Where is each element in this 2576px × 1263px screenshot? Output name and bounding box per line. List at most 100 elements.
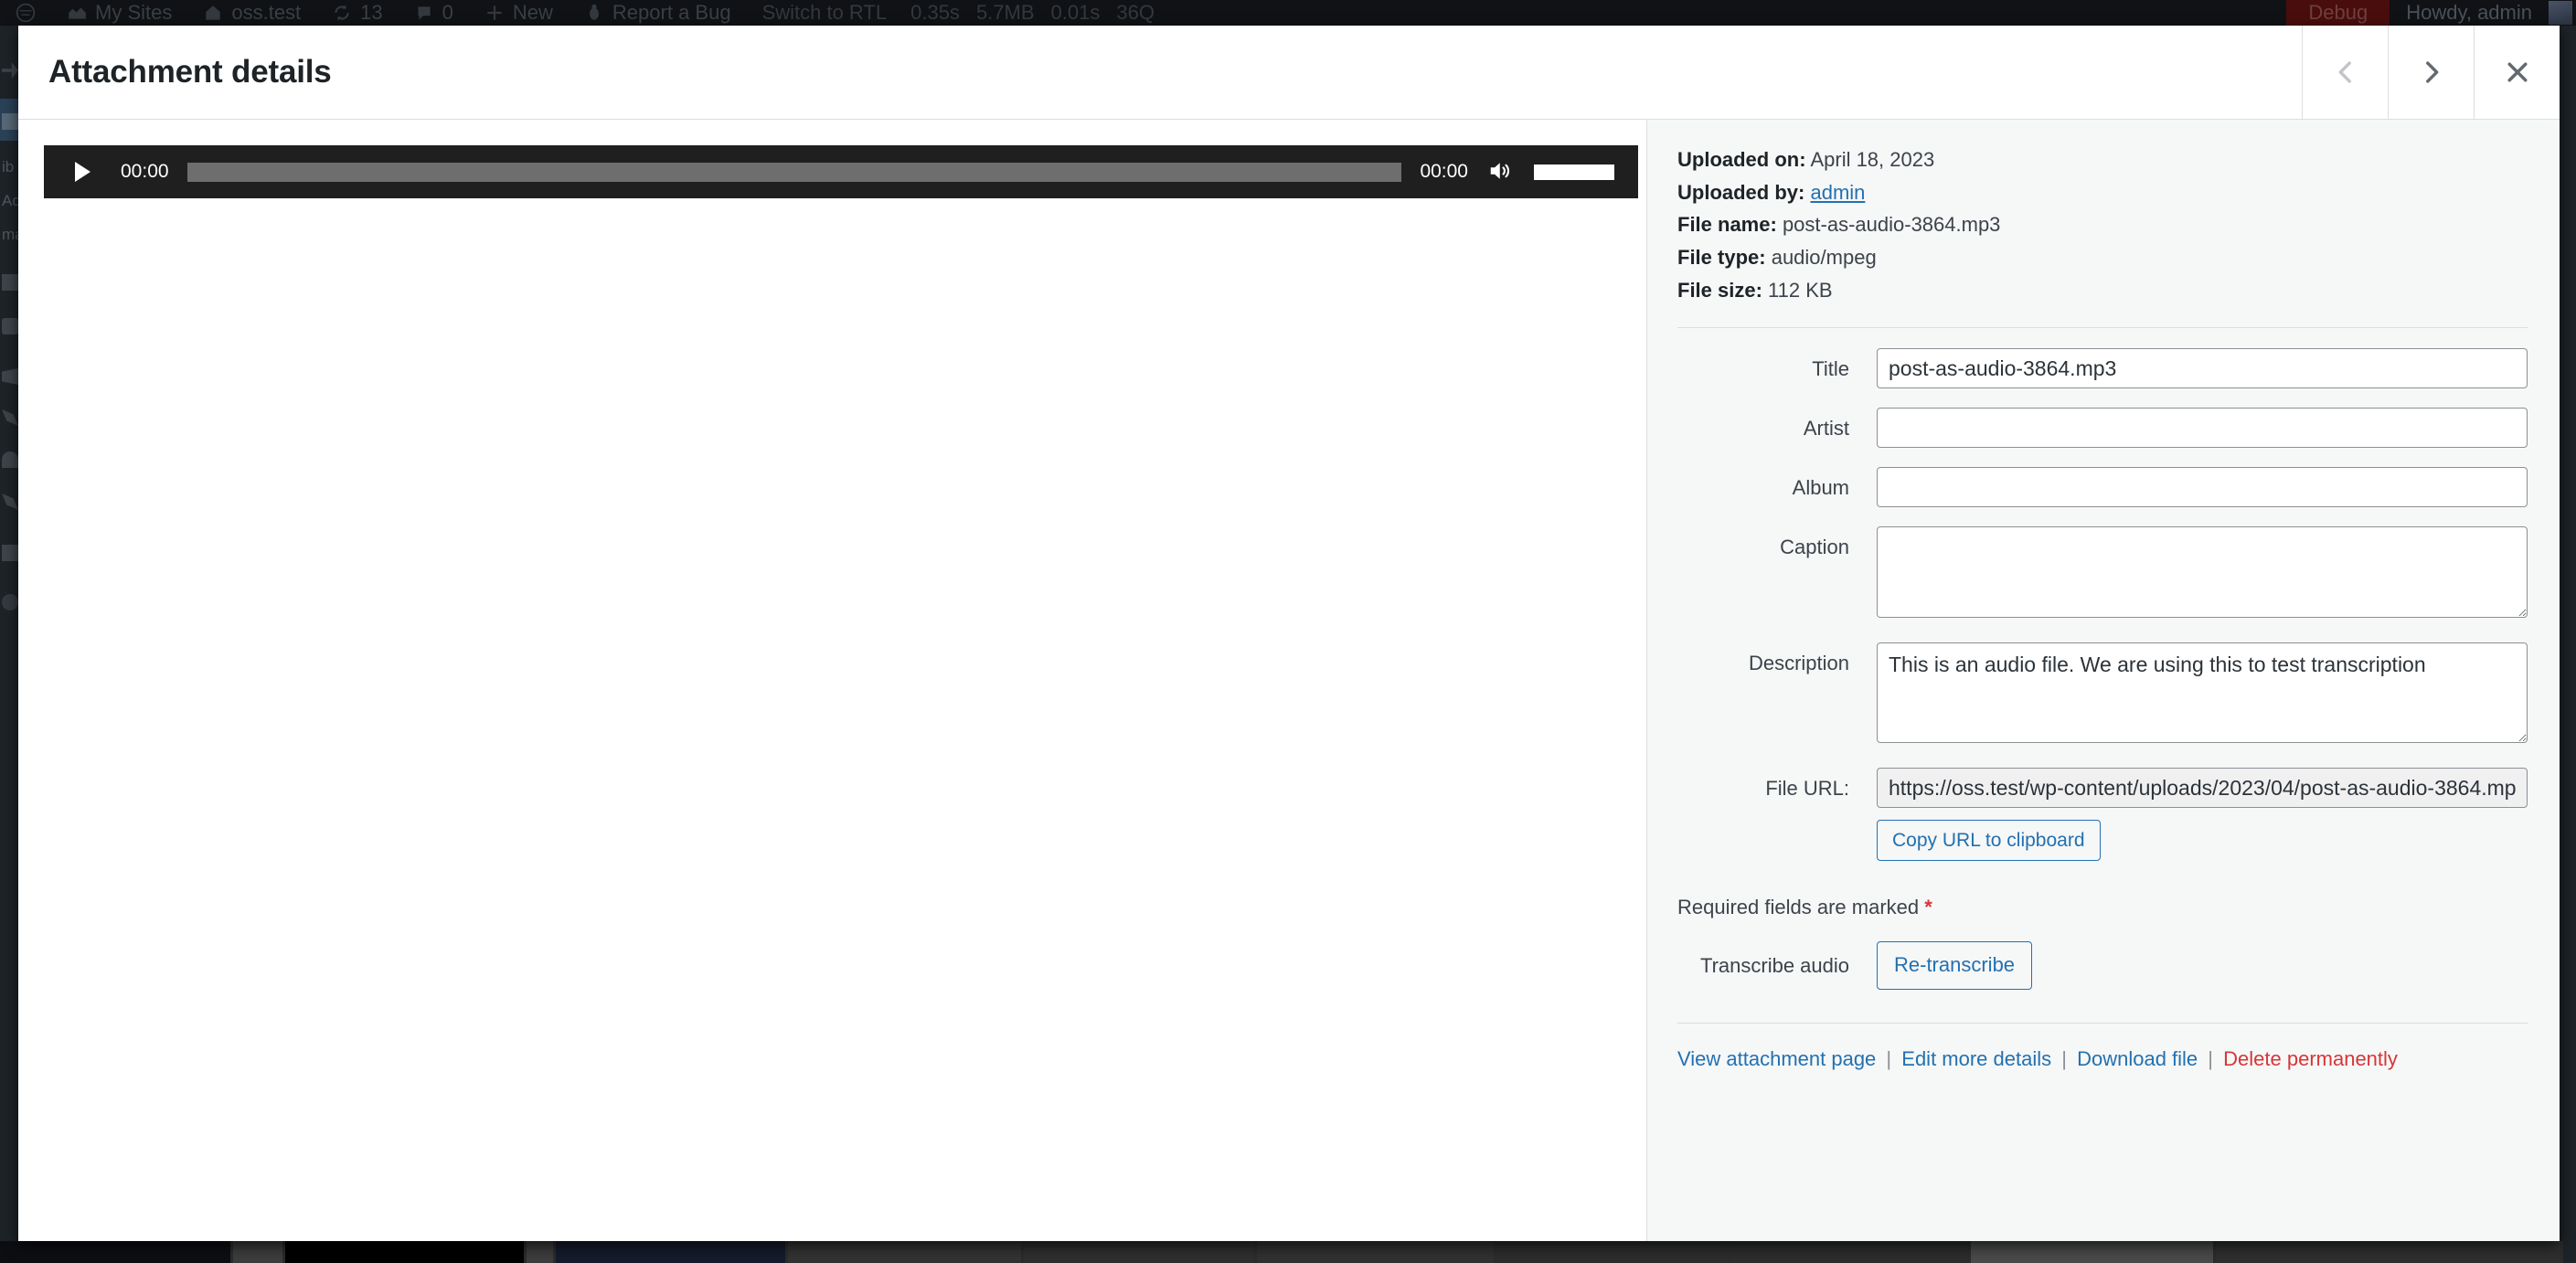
transcribe-row: Transcribe audio Re-transcribe: [1677, 941, 2528, 991]
file-url-label: File URL:: [1765, 777, 1849, 801]
media-preview-pane: 00:00 00:00: [18, 120, 1647, 1241]
re-transcribe-button[interactable]: Re-transcribe: [1877, 941, 2033, 991]
my-sites-icon: [67, 3, 87, 23]
close-icon: [2504, 58, 2531, 86]
meta-file-size: File size: 112 KB: [1677, 274, 2528, 307]
uploader-link[interactable]: admin: [1810, 181, 1865, 204]
field-row-artist: Artist: [1677, 408, 2528, 449]
description-input[interactable]: [1877, 642, 2528, 744]
modal-nav-buttons: [2302, 26, 2560, 119]
qm-memory[interactable]: 5.7MB: [968, 1, 1043, 25]
tools-icon[interactable]: [2, 494, 18, 510]
adminbar-item-comments[interactable]: 0: [399, 0, 469, 26]
adminbar-item-new[interactable]: New: [469, 0, 569, 26]
title-input[interactable]: [1877, 348, 2528, 389]
new-content-icon: [484, 3, 505, 23]
screen: ib Ad ma My Sites oss.test 13 0 New Repo…: [0, 0, 2576, 1263]
meta-label-uploaded-by: Uploaded by:: [1677, 180, 1805, 204]
action-separator: |: [1886, 1047, 1892, 1071]
adminbar-item-wordpress[interactable]: [0, 0, 51, 26]
required-fields-text: Required fields are marked: [1677, 896, 1920, 919]
close-modal-button[interactable]: [2474, 26, 2560, 119]
adminbar-label-report-bug: Report a Bug: [612, 1, 731, 24]
duration: 00:00: [1420, 161, 1468, 182]
settings-icon[interactable]: [2, 545, 18, 561]
progress-bar[interactable]: [186, 162, 1402, 182]
artist-input[interactable]: [1877, 408, 2528, 449]
field-row-caption: Caption: [1677, 526, 2528, 623]
media-icon: [2, 113, 18, 130]
adminbar-item-howdy[interactable]: Howdy, admin: [2390, 1, 2549, 25]
copy-url-row: Copy URL to clipboard: [1877, 820, 2528, 862]
volume-slider[interactable]: [1534, 164, 1614, 180]
adminbar-item-switch-rtl[interactable]: Switch to RTL: [747, 1, 903, 25]
action-separator: |: [2061, 1047, 2067, 1071]
file-url-input[interactable]: [1877, 768, 2528, 809]
meta-label-file-type: File type:: [1677, 245, 1766, 269]
transcribe-audio-label: Transcribe audio: [1699, 953, 1849, 977]
view-attachment-page-link[interactable]: View attachment page: [1677, 1047, 1876, 1070]
adminbar-label-my-sites: My Sites: [95, 1, 173, 24]
field-row-title: Title: [1677, 348, 2528, 389]
mute-button[interactable]: [1481, 152, 1521, 192]
meta-value-file-size: 112 KB: [1768, 278, 1833, 302]
audio-player[interactable]: 00:00 00:00: [44, 145, 1638, 198]
wp-admin-sidebar-strip: ib Ad ma: [0, 26, 24, 1263]
adminbar-item-my-sites[interactable]: My Sites: [51, 0, 187, 26]
bug-icon: [584, 3, 604, 23]
required-marker: *: [1924, 896, 1932, 919]
qm-time[interactable]: 0.35s: [902, 1, 968, 25]
next-attachment-button[interactable]: [2388, 26, 2474, 119]
play-button[interactable]: [55, 145, 108, 198]
avatar[interactable]: [2549, 1, 2572, 25]
wpmenu-label-0: ib: [2, 158, 15, 175]
field-row-file-url: File URL: Copy URL to clipboard: [1677, 768, 2528, 862]
pages-icon[interactable]: [2, 274, 18, 291]
meta-uploaded-on: Uploaded on: April 18, 2023: [1677, 143, 2528, 176]
meta-value-file-name: post-as-audio-3864.mp3: [1782, 213, 2001, 237]
edit-more-details-link[interactable]: Edit more details: [1901, 1047, 2051, 1070]
meta-uploaded-by: Uploaded by: admin: [1677, 176, 2528, 209]
album-label: Album: [1792, 476, 1849, 500]
chevron-right-icon: [2416, 57, 2447, 88]
modal-header: Attachment details: [18, 26, 2560, 120]
qm-queries[interactable]: 36Q: [1108, 1, 1163, 25]
qm-db-time[interactable]: 0.01s: [1043, 1, 1109, 25]
adminbar-item-report-bug[interactable]: Report a Bug: [569, 0, 747, 26]
appearance-icon[interactable]: [2, 368, 18, 385]
divider: [1677, 327, 2528, 329]
meta-value-file-type: audio/mpeg: [1771, 245, 1877, 269]
caption-input[interactable]: [1877, 526, 2528, 619]
adminbar-item-debug[interactable]: Debug: [2286, 0, 2390, 26]
chevron-left-icon: [2330, 57, 2361, 88]
attachment-metadata: Uploaded on: April 18, 2023 Uploaded by:…: [1677, 143, 2528, 306]
users-icon[interactable]: [2, 451, 18, 468]
meta-value-uploaded-on: April 18, 2023: [1810, 148, 1935, 171]
download-file-link[interactable]: Download file: [2077, 1047, 2198, 1070]
posts-icon[interactable]: [2, 62, 18, 79]
media-grid-strip: [0, 1241, 2576, 1263]
comments-icon: [414, 3, 434, 23]
admin-bar: My Sites oss.test 13 0 New Report a Bug …: [0, 0, 2576, 26]
meta-label-file-size: File size:: [1677, 278, 1762, 302]
adminbar-item-updates[interactable]: 13: [316, 0, 398, 26]
modal-body: 00:00 00:00 Uploaded on: April 18, 2023 …: [18, 120, 2560, 1241]
meta-file-name: File name: post-as-audio-3864.mp3: [1677, 208, 2528, 241]
field-row-description: Description: [1677, 642, 2528, 748]
description-label: Description: [1748, 652, 1849, 675]
delete-permanently-link[interactable]: Delete permanently: [2223, 1047, 2398, 1070]
copy-url-button[interactable]: Copy URL to clipboard: [1877, 820, 2101, 862]
volume-on-icon: [1487, 157, 1515, 187]
album-input[interactable]: [1877, 467, 2528, 508]
plugins-icon[interactable]: [2, 409, 18, 426]
adminbar-item-site-name[interactable]: oss.test: [187, 0, 316, 26]
attachment-actions: View attachment page | Edit more details…: [1677, 1047, 2528, 1071]
comments-icon[interactable]: [2, 318, 18, 334]
collapse-icon[interactable]: [2, 594, 18, 610]
meta-file-type: File type: audio/mpeg: [1677, 241, 2528, 274]
wordpress-logo-icon: [16, 3, 36, 23]
adminbar-label-site-name: oss.test: [231, 1, 302, 24]
site-home-icon: [203, 3, 223, 23]
prev-attachment-button[interactable]: [2302, 26, 2388, 119]
adminbar-label-comments: 0: [442, 1, 453, 24]
